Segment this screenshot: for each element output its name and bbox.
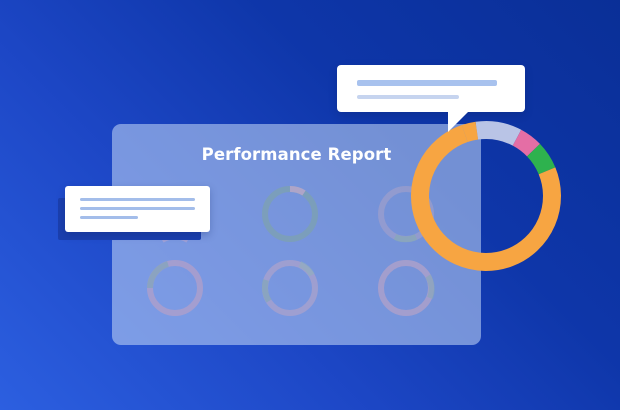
tooltip-line	[357, 80, 497, 86]
donut-segment	[512, 129, 540, 157]
illustration-canvas: Performance Report	[0, 0, 620, 410]
tooltip-card-top	[337, 65, 525, 112]
donut-segment	[475, 121, 522, 146]
tooltip-pointer	[448, 110, 470, 132]
big-donut-chart	[411, 121, 561, 271]
donut-segments	[411, 121, 561, 271]
donut-segment	[526, 143, 556, 175]
tooltip-line	[357, 95, 459, 99]
